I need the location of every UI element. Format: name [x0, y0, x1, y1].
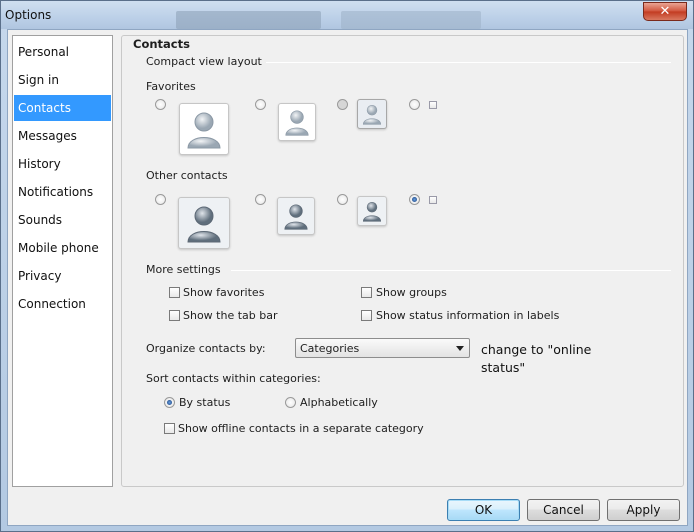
organize-contacts-value: Categories	[300, 342, 360, 355]
cancel-button[interactable]: Cancel	[527, 499, 600, 521]
other-layout-small-radio[interactable]	[337, 194, 348, 205]
show-offline-checkbox[interactable]	[164, 423, 175, 434]
organize-contacts-label: Organize contacts by:	[146, 342, 266, 355]
favorites-layout-small-tile[interactable]	[357, 99, 387, 129]
other-layout-large-tile[interactable]	[178, 197, 230, 249]
sort-by-status-label[interactable]: By status	[179, 396, 230, 409]
contacts-panel: Contacts Compact view layout Favorites O…	[121, 35, 684, 487]
sort-alphabetically-label[interactable]: Alphabetically	[300, 396, 378, 409]
title-bar-background-blur	[176, 11, 321, 29]
apply-button[interactable]: Apply	[607, 499, 680, 521]
favorites-layout-medium-tile[interactable]	[278, 103, 316, 141]
chevron-down-icon	[456, 346, 464, 351]
favorites-layout-tiny-radio[interactable]	[409, 99, 420, 110]
show-status-info-label[interactable]: Show status information in labels	[376, 309, 559, 322]
other-layout-medium-tile[interactable]	[277, 197, 315, 235]
window-title: Options	[5, 8, 52, 22]
other-layout-small-tile[interactable]	[357, 196, 387, 226]
title-bar[interactable]: Options ✕	[1, 1, 693, 29]
close-icon: ✕	[659, 4, 671, 19]
show-favorites-checkbox[interactable]	[169, 287, 180, 298]
other-layout-medium-radio[interactable]	[255, 194, 266, 205]
nav-item-privacy[interactable]: Privacy	[14, 263, 111, 289]
sort-contacts-label: Sort contacts within categories:	[146, 372, 321, 385]
favorites-layout-large-radio[interactable]	[155, 99, 166, 110]
title-bar-background-blur	[341, 11, 481, 29]
show-tab-bar-checkbox[interactable]	[169, 310, 180, 321]
other-layout-tiny-preview[interactable]	[429, 196, 437, 204]
nav-item-sign-in[interactable]: Sign in	[14, 67, 111, 93]
close-button[interactable]: ✕	[643, 2, 687, 21]
contact-avatar-icon	[362, 201, 382, 222]
contact-avatar-icon	[362, 104, 382, 125]
more-settings-heading: More settings	[146, 263, 231, 276]
favorites-layout-small-radio[interactable]	[337, 99, 348, 110]
favorites-layout-medium-radio[interactable]	[255, 99, 266, 110]
nav-item-connection[interactable]: Connection	[14, 291, 111, 317]
nav-item-history[interactable]: History	[14, 151, 111, 177]
nav-item-sounds[interactable]: Sounds	[14, 207, 111, 233]
ok-button[interactable]: OK	[447, 499, 520, 521]
favorites-layout-tiny-preview[interactable]	[429, 101, 437, 109]
show-status-info-checkbox[interactable]	[361, 310, 372, 321]
annotation-note: change to "online status"	[481, 342, 592, 375]
contact-avatar-icon	[284, 204, 308, 230]
other-layout-large-radio[interactable]	[155, 194, 166, 205]
panel-title: Contacts	[131, 37, 192, 51]
nav-item-messages[interactable]: Messages	[14, 123, 111, 149]
show-favorites-label[interactable]: Show favorites	[183, 286, 264, 299]
contact-avatar-icon	[187, 112, 221, 149]
nav-item-contacts[interactable]: Contacts	[14, 95, 111, 121]
compact-view-layout-heading: Compact view layout	[146, 55, 266, 68]
favorites-layout-large-tile[interactable]	[179, 103, 229, 155]
contact-avatar-icon	[187, 206, 221, 243]
options-window: Options ✕ Personal Sign in Contacts Mess…	[0, 0, 694, 532]
nav-item-personal[interactable]: Personal	[14, 39, 111, 65]
nav-item-mobile-phone[interactable]: Mobile phone	[14, 235, 111, 261]
nav-item-notifications[interactable]: Notifications	[14, 179, 111, 205]
show-tab-bar-label[interactable]: Show the tab bar	[183, 309, 278, 322]
show-groups-checkbox[interactable]	[361, 287, 372, 298]
favorites-label: Favorites	[146, 80, 196, 93]
sort-by-status-radio[interactable]	[164, 397, 175, 408]
category-list: Personal Sign in Contacts Messages Histo…	[12, 35, 113, 487]
show-offline-label[interactable]: Show offline contacts in a separate cate…	[178, 422, 424, 435]
dialog-client-area: Personal Sign in Contacts Messages Histo…	[7, 29, 688, 526]
other-layout-tiny-radio[interactable]	[409, 194, 420, 205]
sort-alphabetically-radio[interactable]	[285, 397, 296, 408]
contact-avatar-icon	[285, 110, 309, 136]
organize-contacts-dropdown[interactable]: Categories	[295, 338, 470, 358]
other-contacts-label: Other contacts	[146, 169, 228, 182]
show-groups-label[interactable]: Show groups	[376, 286, 447, 299]
